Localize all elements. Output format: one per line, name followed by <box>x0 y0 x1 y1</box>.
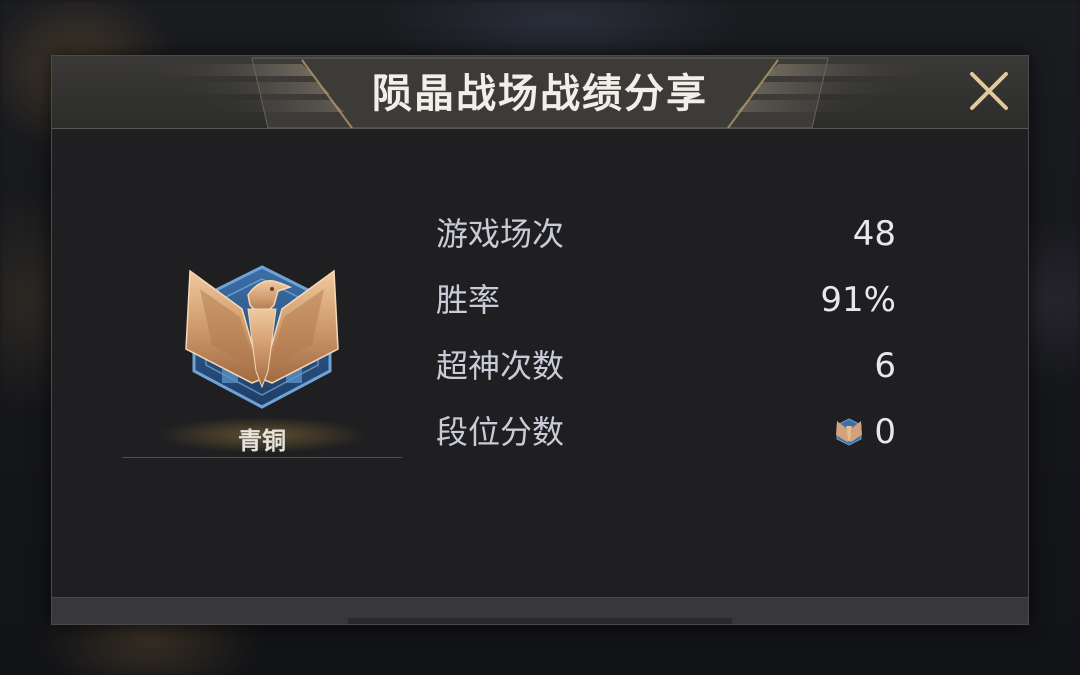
rank-name: 青铜 <box>238 427 286 455</box>
footer-notch <box>348 618 732 624</box>
stat-label: 游戏场次 <box>436 215 565 253</box>
close-button[interactable] <box>966 68 1012 114</box>
stat-value: 0 <box>874 412 896 452</box>
stat-value: 6 <box>874 346 896 386</box>
stat-value: 48 <box>852 214 896 254</box>
stat-row-games: 游戏场次 48 <box>436 206 896 272</box>
stats-list: 游戏场次 48 胜率 91% 超神次数 6 段位分数 0 <box>436 206 896 470</box>
close-icon[interactable] <box>966 68 1012 114</box>
stat-label: 超神次数 <box>436 347 565 385</box>
rank-score-value-group: 0 <box>834 412 896 452</box>
rank-display: 青铜 <box>122 261 402 461</box>
rank-score-icon <box>836 418 863 446</box>
stat-label: 胜率 <box>436 281 501 319</box>
bronze-eagle-emblem-icon <box>185 265 339 409</box>
dialog-title: 陨晶战场战绩分享 <box>372 71 708 117</box>
stat-row-rank-score: 段位分数 0 <box>436 404 896 470</box>
stat-row-win-rate: 胜率 91% <box>436 272 896 338</box>
dialog-header: 陨晶战场战绩分享 <box>52 56 1028 129</box>
share-dialog: 陨晶战场战绩分享 青铜 游戏场次 48 胜率 91% 超神次数 6 段位分数 0 <box>51 55 1029 625</box>
stat-label: 段位分数 <box>436 413 565 451</box>
stat-value: 91% <box>820 280 896 320</box>
stat-row-legendary: 超神次数 6 <box>436 338 896 404</box>
dialog-footer-bar <box>52 597 1028 624</box>
